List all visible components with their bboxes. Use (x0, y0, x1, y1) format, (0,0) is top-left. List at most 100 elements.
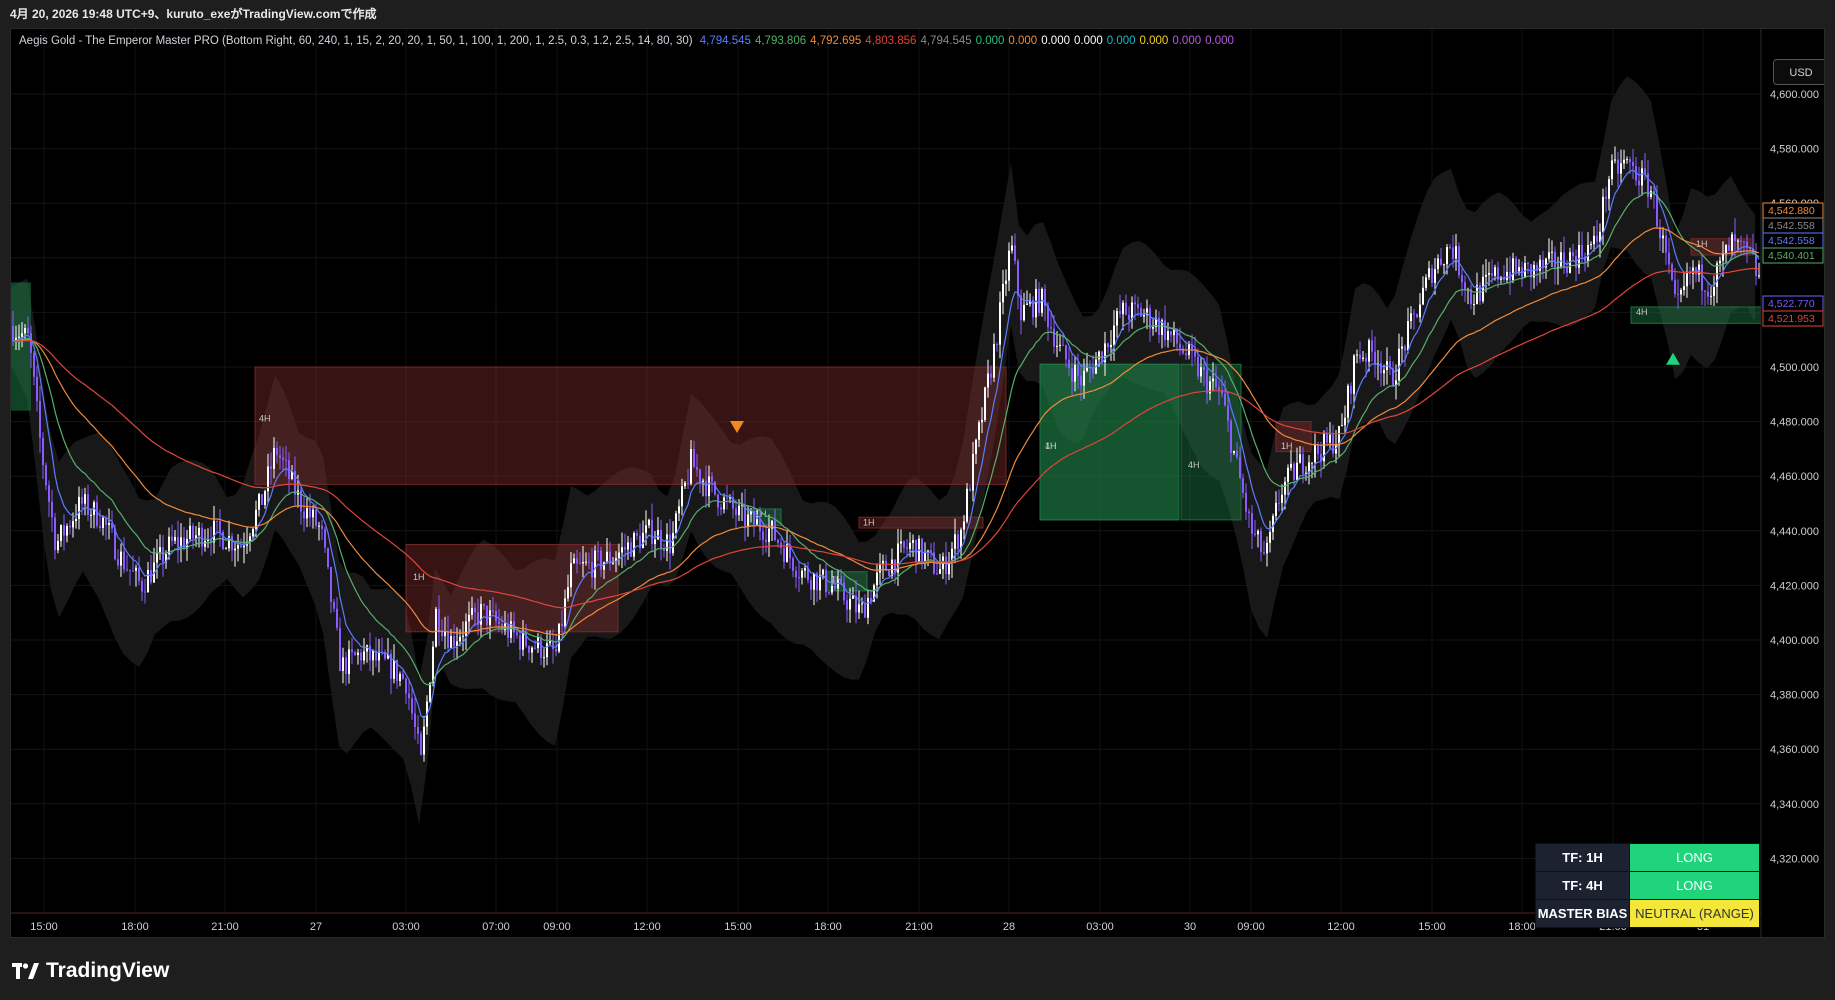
candle-body-down (579, 563, 581, 565)
candle-body-down (474, 608, 476, 613)
candle-body-up (531, 647, 533, 653)
candle-body-up (978, 422, 980, 440)
candle-body-up (189, 525, 191, 540)
candle-body-down (828, 592, 830, 594)
candle-body-down (921, 538, 923, 563)
candle-body-down (1656, 194, 1658, 227)
candle-body-down (720, 507, 722, 510)
candle-body-down (726, 497, 728, 499)
candle-body-up (1731, 234, 1733, 251)
candle-body-up (1275, 502, 1277, 516)
candle-body-down (1527, 263, 1529, 265)
candle-body-up (606, 551, 608, 563)
tradingview-logo[interactable]: TradingView (12, 958, 169, 984)
candle-body-down (441, 631, 443, 637)
candle-body-down (417, 726, 419, 734)
candle-body-up (981, 419, 983, 423)
candle-body-up (1437, 258, 1439, 270)
candle-body-down (915, 540, 917, 563)
candle-body-up (1212, 378, 1214, 382)
candle-body-down (1677, 293, 1679, 295)
candle-body-up (1290, 463, 1292, 468)
candle-body-down (1563, 252, 1565, 268)
candle-body-up (1548, 252, 1550, 259)
candle-body-down (762, 531, 764, 540)
candle-body-up (858, 604, 860, 613)
candle-body-down (351, 649, 353, 653)
candle-body-down (99, 525, 101, 528)
candle-body-down (834, 586, 836, 589)
candle-body-up (861, 603, 863, 605)
candle-body-up (1446, 247, 1448, 265)
candle-body-down (81, 496, 83, 504)
candle-body-up (1383, 370, 1385, 374)
indicator-legend[interactable]: Aegis Gold - The Emperor Master PRO (Bot… (19, 35, 1242, 47)
candle-body-up (786, 544, 788, 562)
bias-row-1h: TF: 1H LONG (1535, 843, 1760, 872)
price-axis-label: 4,480.000 (1770, 417, 1819, 429)
candle-body-down (1371, 340, 1373, 352)
indicator-value: 0.000 (1139, 35, 1169, 47)
candle-body-up (120, 551, 122, 566)
zone-label: 4H (259, 414, 271, 424)
candle-body-up (1341, 425, 1343, 427)
chart-pane[interactable]: 4H 1H 1H 4H 1H 1H 4H 1H 1H 4H 1H 15:00 18:00 21:00 27 0… (10, 28, 1825, 938)
candle-body-up (1026, 303, 1028, 305)
currency-button[interactable]: USD (1773, 59, 1824, 85)
time-axis-label: 12:00 (1327, 921, 1355, 933)
price-chart[interactable]: 4H1H1H4H1H1H4H1H1H4H1H15:00 18:00 21:00 27 0… (11, 29, 1825, 938)
candle-body-up (912, 540, 914, 543)
candle-body-up (1506, 271, 1508, 281)
candle-body-up (1698, 264, 1700, 275)
candle-body-up (1641, 168, 1643, 186)
candle-body-down (1206, 370, 1208, 394)
candle-body-down (12, 326, 14, 342)
price-axis-label: 4,420.000 (1770, 580, 1819, 592)
candle-body-down (1542, 259, 1544, 268)
candle-body-up (1056, 345, 1058, 347)
candle-body-up (1113, 325, 1115, 345)
candle-body-up (879, 564, 881, 573)
zone-label: 4H (1188, 460, 1200, 470)
candle-body-down (894, 559, 896, 573)
candle-body-down (1449, 247, 1451, 249)
tradingview-logo-icon (12, 963, 39, 979)
candle-body-up (678, 506, 680, 514)
time-axis-label: 21:00 (211, 921, 239, 933)
candle-body-up (1719, 260, 1721, 264)
candle-body-down (540, 637, 542, 659)
candle-body-down (1185, 353, 1187, 356)
candle-body-down (1179, 343, 1181, 349)
price-axis-label: 4,360.000 (1770, 744, 1819, 756)
indicator-value: 0.000 (1008, 35, 1038, 47)
candle-body-down (162, 547, 164, 563)
candle-body-up (1473, 304, 1475, 306)
bias-key-4h: TF: 4H (1535, 871, 1630, 900)
candle-body-up (1443, 264, 1445, 266)
candle-body-down (1050, 327, 1052, 329)
candle-body-down (39, 400, 41, 438)
candle-body-down (810, 580, 812, 590)
indicator-title[interactable]: Aegis Gold - The Emperor Master PRO (Bot… (19, 35, 693, 47)
candle-body-down (123, 551, 125, 570)
candle-body-down (1278, 502, 1280, 504)
price-tag: 4,542.558 (1768, 235, 1815, 247)
candle-body-up (450, 636, 452, 648)
bias-key-1h: TF: 1H (1535, 843, 1630, 872)
candle-body-down (141, 580, 143, 592)
candle-body-up (1590, 244, 1592, 246)
candle-body-down (498, 621, 500, 624)
candle-body-up (681, 486, 683, 507)
indicator-value: 4,792.695 (810, 35, 862, 47)
bias-value-master: NEUTRAL (RANGE) (1629, 899, 1760, 928)
candle-body-up (594, 550, 596, 578)
candle-body-down (957, 534, 959, 550)
candle-body-up (1434, 269, 1436, 284)
indicator-values: 4,794.545 4,793.806 4,792.695 4,803.856 4,79… (700, 35, 1238, 47)
candle-body-up (423, 726, 425, 755)
candle-body-down (51, 501, 53, 518)
candle-body-up (1083, 370, 1085, 386)
indicator-value: 4,793.806 (754, 35, 807, 47)
candle-body-down (48, 485, 50, 502)
candle-body-up (1287, 467, 1289, 482)
